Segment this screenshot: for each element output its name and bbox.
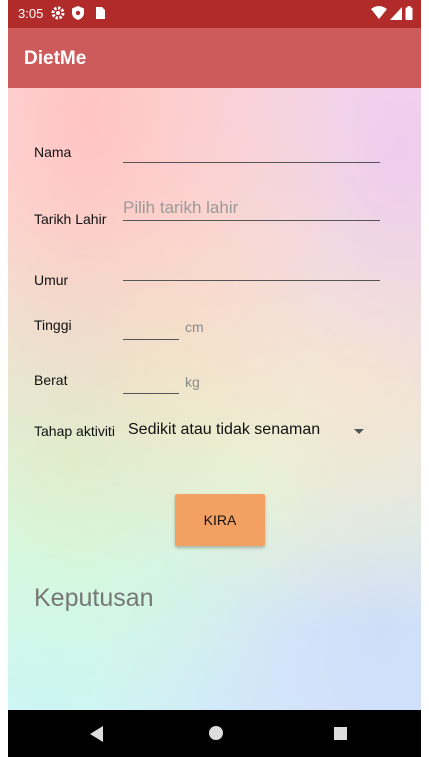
settings-icon bbox=[50, 5, 66, 21]
app-title: DietMe bbox=[24, 48, 87, 69]
navigation-bar bbox=[8, 710, 421, 757]
umur-input[interactable] bbox=[123, 280, 380, 281]
berat-unit: kg bbox=[185, 374, 200, 390]
aktiviti-label: Tahap aktiviti bbox=[34, 423, 115, 439]
sd-card-icon bbox=[92, 5, 108, 21]
tarikh-lahir-label: Tarikh Lahir bbox=[34, 211, 107, 227]
aktiviti-selected-value: Sedikit atau tidak senaman bbox=[128, 421, 321, 438]
signal-icon bbox=[390, 6, 402, 23]
phone-screen: 3:05 DietMe Nama Tarikh Lahir Pilih tari… bbox=[8, 0, 421, 757]
status-bar: 3:05 bbox=[8, 0, 421, 28]
nama-label: Nama bbox=[34, 144, 72, 160]
home-icon[interactable] bbox=[209, 726, 223, 740]
tarikh-lahir-input[interactable] bbox=[123, 220, 380, 221]
status-time: 3:05 bbox=[18, 6, 44, 21]
tarikh-lahir-placeholder: Pilih tarikh lahir bbox=[123, 198, 239, 217]
shield-icon bbox=[70, 5, 86, 21]
tinggi-input[interactable] bbox=[123, 339, 179, 340]
status-right-icons bbox=[371, 6, 413, 23]
aktiviti-spinner[interactable]: Sedikit atau tidak senaman bbox=[126, 418, 376, 444]
recent-apps-icon[interactable] bbox=[334, 727, 347, 740]
wifi-icon bbox=[371, 6, 387, 23]
back-icon[interactable] bbox=[90, 726, 103, 742]
tinggi-label: Tinggi bbox=[34, 317, 72, 333]
kira-button[interactable]: KIRA bbox=[175, 494, 265, 546]
tinggi-unit: cm bbox=[185, 319, 204, 335]
nama-input[interactable] bbox=[123, 162, 380, 163]
result-text: Keputusan bbox=[34, 584, 154, 612]
umur-label: Umur bbox=[34, 272, 69, 288]
berat-input[interactable] bbox=[123, 393, 179, 394]
app-bar: DietMe bbox=[8, 28, 421, 88]
berat-label: Berat bbox=[34, 372, 68, 388]
chevron-down-icon bbox=[354, 429, 364, 434]
battery-icon bbox=[405, 6, 413, 23]
form-content: Nama Tarikh Lahir Pilih tarikh lahir Umu… bbox=[8, 88, 421, 710]
